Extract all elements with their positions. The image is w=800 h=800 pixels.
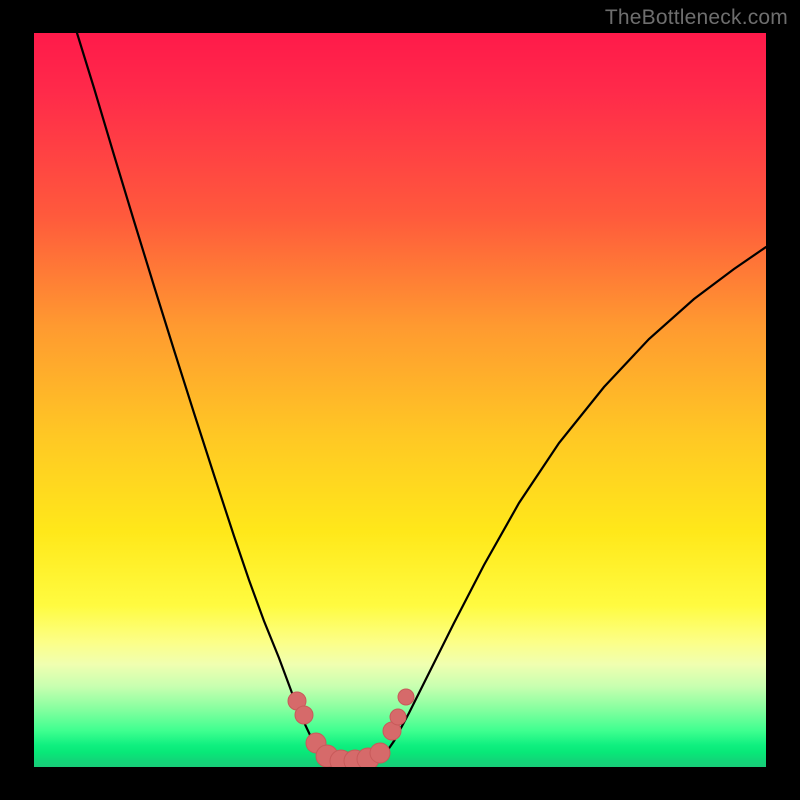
chart-frame: TheBottleneck.com: [0, 0, 800, 800]
curve-marker: [370, 743, 390, 763]
plot-area: [34, 33, 766, 767]
bottleneck-curve: [77, 33, 766, 764]
curve-marker: [295, 706, 313, 724]
curve-layer: [34, 33, 766, 767]
curve-marker: [398, 689, 414, 705]
watermark-text: TheBottleneck.com: [605, 6, 788, 30]
curve-marker: [390, 709, 406, 725]
